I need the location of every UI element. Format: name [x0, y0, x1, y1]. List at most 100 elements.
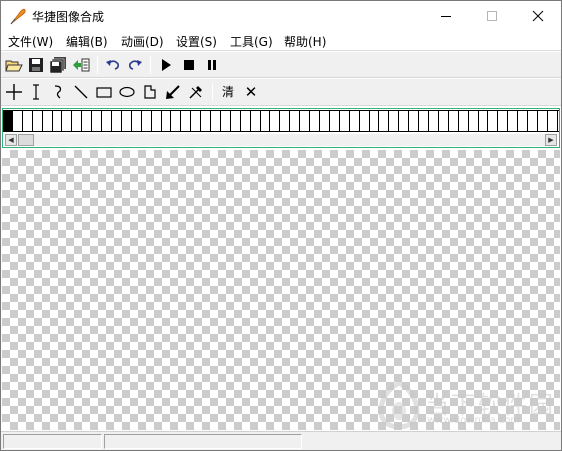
- minimize-button[interactable]: [423, 1, 469, 31]
- menu-file[interactable]: 文件(W): [8, 33, 53, 50]
- frame-cell[interactable]: [428, 111, 439, 131]
- frame-cell[interactable]: [438, 111, 449, 131]
- frame-cell[interactable]: [329, 111, 340, 131]
- frame-cell[interactable]: [518, 111, 529, 131]
- frame-cell[interactable]: [72, 111, 83, 131]
- frame-cell[interactable]: [151, 111, 162, 131]
- frame-cell[interactable]: [191, 111, 202, 131]
- frame-cell[interactable]: [171, 111, 182, 131]
- frame-cell[interactable]: [369, 111, 380, 131]
- frame-cell[interactable]: [211, 111, 221, 131]
- close-button[interactable]: [515, 1, 561, 31]
- frame-scrollbar[interactable]: ◀ ▶: [5, 134, 557, 146]
- frame-cell[interactable]: [220, 111, 231, 131]
- frame-cell[interactable]: [161, 111, 172, 131]
- frame-cell[interactable]: [270, 111, 281, 131]
- pause-icon: [208, 60, 216, 70]
- menu-edit[interactable]: 编辑(B): [66, 33, 108, 50]
- menu-tools[interactable]: 工具(G): [230, 33, 273, 50]
- watermark: 当下软件园 www.downxia.com: [377, 381, 557, 431]
- scroll-left-arrow[interactable]: ◀: [5, 134, 17, 146]
- title-bar[interactable]: 华捷图像合成: [1, 1, 561, 31]
- eyedropper-icon: [189, 86, 202, 99]
- menu-help[interactable]: 帮助(H): [284, 33, 326, 50]
- frame-cell[interactable]: [121, 111, 132, 131]
- open-icon: [5, 60, 23, 72]
- frame-cell[interactable]: [310, 111, 320, 131]
- frame-cell[interactable]: [131, 111, 142, 131]
- frame-cell[interactable]: [349, 111, 360, 131]
- crosshair-tool[interactable]: [4, 82, 24, 102]
- menu-bar: 文件(W) 编辑(B) 动画(D) 设置(S) 工具(G) 帮助(H): [1, 31, 561, 51]
- arrow-tool[interactable]: [163, 82, 183, 102]
- menu-settings[interactable]: 设置(S): [176, 33, 217, 50]
- frame-cell[interactable]: [468, 111, 479, 131]
- scroll-thumb[interactable]: [18, 134, 34, 146]
- frame-cell[interactable]: [260, 111, 271, 131]
- undo-button[interactable]: [103, 55, 123, 75]
- frame-cell[interactable]: [181, 111, 192, 131]
- frame-cell[interactable]: [111, 111, 122, 131]
- frame-cell[interactable]: [537, 111, 548, 131]
- frame-cell[interactable]: [42, 111, 53, 131]
- ellipse-tool[interactable]: [117, 82, 137, 102]
- save-button[interactable]: [26, 55, 46, 75]
- text-tool[interactable]: [26, 82, 46, 102]
- freehand-tool[interactable]: [48, 82, 68, 102]
- frame-cell[interactable]: [409, 111, 420, 131]
- play-button[interactable]: [156, 55, 176, 75]
- frame-cell[interactable]: [528, 111, 538, 131]
- redo-icon: [129, 60, 142, 70]
- polygon-tool[interactable]: [140, 82, 160, 102]
- frame-cell[interactable]: [230, 111, 241, 131]
- clear-button[interactable]: 清: [218, 82, 238, 102]
- frame-cell[interactable]: [419, 111, 429, 131]
- frame-cell[interactable]: [102, 111, 112, 131]
- frame-cell[interactable]: [12, 111, 23, 131]
- frame-cell[interactable]: [359, 111, 370, 131]
- stop-button[interactable]: [179, 55, 199, 75]
- frame-cell[interactable]: [508, 111, 519, 131]
- frame-cell[interactable]: [201, 111, 212, 131]
- frame-cell[interactable]: [62, 111, 73, 131]
- eyedropper-tool[interactable]: [186, 82, 206, 102]
- frame-cell[interactable]: [498, 111, 509, 131]
- frame-cell[interactable]: [290, 111, 301, 131]
- delete-button[interactable]: ✕: [241, 82, 261, 102]
- frame-cell[interactable]: [399, 111, 410, 131]
- frame-cell[interactable]: [320, 111, 330, 131]
- frame-cell[interactable]: [82, 111, 93, 131]
- frame-strip: ◀ ▶: [2, 108, 560, 148]
- frame-cell[interactable]: [32, 111, 43, 131]
- frame-cell[interactable]: [339, 111, 350, 131]
- frame-cell[interactable]: [488, 111, 499, 131]
- menu-animation[interactable]: 动画(D): [121, 33, 164, 50]
- minimize-icon: [441, 15, 451, 17]
- frame-cell[interactable]: [3, 111, 13, 131]
- frame-cell[interactable]: [389, 111, 400, 131]
- frame-cell[interactable]: [250, 111, 261, 131]
- frame-cell[interactable]: [92, 111, 103, 131]
- frame-cell[interactable]: [448, 111, 459, 131]
- frame-cell[interactable]: [547, 111, 558, 131]
- frame-cell[interactable]: [300, 111, 311, 131]
- window-title: 华捷图像合成: [32, 10, 105, 24]
- open-button[interactable]: [4, 55, 24, 75]
- import-button[interactable]: [71, 55, 91, 75]
- pause-button[interactable]: [202, 55, 222, 75]
- rectangle-tool[interactable]: [94, 82, 114, 102]
- frame-cell[interactable]: [379, 111, 390, 131]
- save-all-button[interactable]: [48, 55, 68, 75]
- maximize-button[interactable]: [469, 1, 515, 31]
- scroll-right-arrow[interactable]: ▶: [545, 134, 557, 146]
- frame-cell[interactable]: [52, 111, 63, 131]
- frame-cell[interactable]: [280, 111, 291, 131]
- frame-cell[interactable]: [141, 111, 152, 131]
- frame-cell[interactable]: [458, 111, 469, 131]
- redo-button[interactable]: [125, 55, 145, 75]
- frame-cell[interactable]: [22, 111, 33, 131]
- text-cursor-icon: [33, 84, 39, 100]
- frame-cell[interactable]: [478, 111, 489, 131]
- line-tool[interactable]: [71, 82, 91, 102]
- frame-cell[interactable]: [240, 111, 251, 131]
